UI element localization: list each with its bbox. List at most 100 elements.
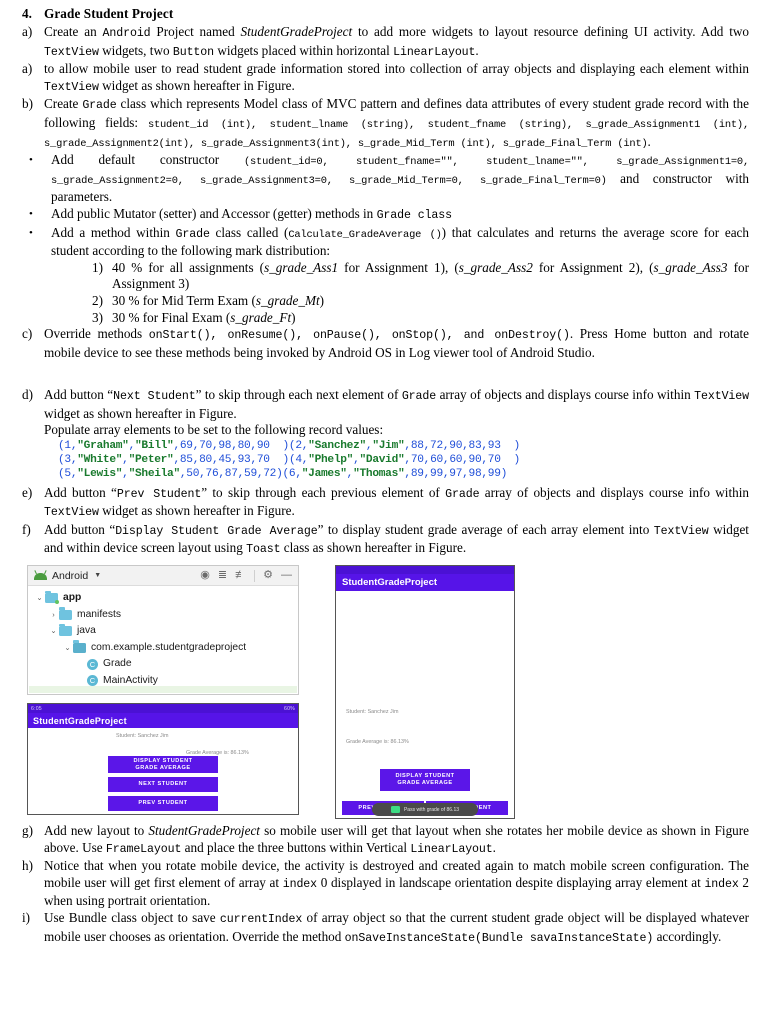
list-marker: c) bbox=[22, 326, 33, 342]
android-robot-icon bbox=[34, 570, 47, 581]
figures-area: Android ▼ ◉ ≣ ≢ ⚙ — ⌄ app › manifests ⌄ java ⌄… bbox=[22, 565, 749, 823]
text-run: 30 % for Mid Term Exam ( bbox=[112, 292, 256, 308]
text-run: student_id (int), student_lname (string)… bbox=[44, 118, 749, 150]
sub-list-item: 3) 30 % for Final Exam (s_grade_Ft) bbox=[92, 310, 749, 327]
record-token: ,70,60,60,90,70 ) bbox=[404, 454, 520, 467]
collapse-all-icon[interactable]: ≣ bbox=[218, 570, 227, 581]
record-token: (3, bbox=[58, 454, 78, 467]
record-token: "White" bbox=[77, 454, 123, 467]
list-marker: a) bbox=[22, 61, 33, 77]
app-bar-title: StudentGradeProject bbox=[33, 715, 127, 726]
list-item-text: Add public Mutator (setter) and Accessor… bbox=[51, 206, 749, 225]
tree-node-label: app bbox=[63, 592, 82, 604]
text-run: array of objects and displays course inf… bbox=[436, 387, 695, 403]
folder-icon bbox=[59, 623, 72, 637]
record-token: "Bill" bbox=[134, 440, 174, 453]
folder-icon bbox=[73, 640, 86, 653]
record-token: "Sanchez" bbox=[308, 440, 366, 453]
sub-list-marker: 3) bbox=[92, 309, 103, 325]
sub-list-item: 1) 40 % for all assignments (s_grade_Ass1… bbox=[92, 260, 749, 293]
text-run: 0 displayed in landscape orientation des… bbox=[317, 874, 705, 890]
text-run: onStart(), onResume(), onPause(), onStop… bbox=[148, 329, 570, 343]
chevron-down-icon[interactable]: ⌄ bbox=[62, 640, 73, 657]
text-run: Add new layout to bbox=[44, 823, 149, 839]
text-run: TextView bbox=[44, 506, 99, 520]
list-item-e: e) Add button “Prev Student” to skip thr… bbox=[22, 485, 749, 522]
tree-node-java[interactable]: ⌄ java bbox=[28, 623, 298, 640]
tree-node-manifests[interactable]: › manifests bbox=[28, 607, 298, 624]
android-studio-project-panel: Android ▼ ◉ ≣ ≢ ⚙ — ⌄ app › manifests ⌄ java ⌄… bbox=[27, 565, 299, 696]
text-run: Android bbox=[102, 27, 151, 40]
target-icon[interactable]: ◉ bbox=[200, 570, 210, 581]
chevron-down-icon[interactable]: ▼ bbox=[94, 572, 101, 579]
tree-node-app[interactable]: ⌄ app bbox=[28, 590, 298, 607]
java-class-icon: C bbox=[87, 675, 98, 687]
list-item: a) to allow mobile user to read student g… bbox=[22, 61, 749, 96]
text-run: ” to skip through each previous element … bbox=[201, 484, 446, 500]
list-marker: • bbox=[29, 154, 33, 167]
gear-icon[interactable]: ⚙ bbox=[263, 570, 273, 581]
record-token: ,50,76,87,59,72) bbox=[179, 468, 283, 481]
sub-list-marker: 1) bbox=[92, 259, 103, 275]
text-run: 40 % for all assignments ( bbox=[112, 259, 265, 275]
chevron-down-icon[interactable]: ⌄ bbox=[48, 623, 59, 640]
list-item-f: f) Add button “Display Student Grade Ave… bbox=[22, 522, 749, 559]
sub-list-item-text: 30 % for Final Exam (s_grade_Ft) bbox=[112, 310, 749, 327]
sub-list-item-text: 30 % for Mid Term Exam (s_grade_Mt) bbox=[112, 293, 749, 310]
list-marker: a) bbox=[22, 24, 33, 39]
title-number: 4. bbox=[22, 6, 32, 21]
text-run: s_grade_Ft bbox=[230, 309, 292, 325]
list-item-text: Add button “Next Student” to skip throug… bbox=[44, 387, 749, 422]
chevron-right-icon[interactable]: › bbox=[48, 607, 59, 624]
student-textview: Student: Sanchez Jim bbox=[116, 733, 169, 740]
tree-node-label: com.example.studentgradeproject bbox=[91, 641, 247, 653]
java-class-icon: C bbox=[87, 658, 98, 670]
tree-node-label: Grade bbox=[103, 658, 132, 670]
record-token: "Graham" bbox=[77, 440, 129, 453]
text-run: . bbox=[647, 133, 651, 149]
text-run: Button bbox=[172, 45, 215, 59]
project-view-label: Android bbox=[52, 569, 89, 582]
record-token: (5, bbox=[58, 468, 78, 481]
list-marker: • bbox=[29, 207, 33, 220]
list-item-d: d) Add button “Next Student” to skip thr… bbox=[22, 387, 749, 422]
next-student-button[interactable]: NEXT STUDENT bbox=[108, 777, 218, 793]
list-marker: h) bbox=[22, 858, 33, 874]
text-run: Create bbox=[44, 96, 83, 112]
tree-node-com-example-studentgradeproject[interactable]: ⌄ com.example.studentgradeproject bbox=[28, 640, 298, 657]
text-run: widget as shown hereafter in Figure. bbox=[98, 503, 295, 519]
record-token: "Thomas" bbox=[353, 468, 405, 481]
list-item-h: h) Notice that when you rotate mobile de… bbox=[22, 858, 749, 910]
app-bar-title: StudentGradeProject bbox=[342, 577, 438, 589]
text-run: s_grade_Ass1 bbox=[264, 259, 339, 275]
text-run: Display Student Grade Average bbox=[115, 524, 318, 538]
button-line-1: DISPLAY STUDENT bbox=[133, 757, 193, 764]
list-item-text: Add a method within Grade class called (… bbox=[51, 225, 749, 260]
text-run: ” to skip through each next element of bbox=[195, 387, 402, 403]
prev-student-button[interactable]: PREV STUDENT bbox=[108, 796, 218, 812]
minimize-icon[interactable]: — bbox=[281, 570, 292, 581]
record-token: (6, bbox=[282, 468, 303, 481]
text-run: Grade bbox=[82, 99, 117, 113]
toolbar-divider bbox=[254, 569, 256, 582]
chevron-down-icon[interactable]: ⌄ bbox=[34, 590, 45, 607]
text-run: Add default constructor bbox=[51, 152, 244, 168]
list-marker: b) bbox=[22, 96, 33, 112]
panel-footer bbox=[29, 686, 297, 694]
display-average-button[interactable]: DISPLAY STUDENT GRADE AVERAGE bbox=[108, 756, 218, 774]
student-textview: Student: Sanchez Jim bbox=[346, 709, 399, 716]
expand-all-icon[interactable]: ≢ bbox=[235, 570, 246, 581]
text-run: for Assignment 1), ( bbox=[338, 259, 459, 275]
record-token: (4, bbox=[288, 454, 309, 467]
text-run: Next Student bbox=[113, 390, 196, 404]
text-run: Grade bbox=[445, 487, 480, 501]
text-run: currentIndex bbox=[219, 913, 303, 927]
text-run: index bbox=[282, 877, 318, 891]
button-line-1: DISPLAY STUDENT bbox=[395, 773, 455, 780]
text-run: Use Bundle class object to save bbox=[44, 910, 220, 926]
text-run: ) bbox=[319, 292, 325, 308]
list-item: a) Create an Android Project named Studen… bbox=[22, 24, 749, 61]
tree-node-grade[interactable]: C Grade bbox=[28, 656, 298, 673]
list-marker: e) bbox=[22, 484, 33, 500]
display-average-button[interactable]: DISPLAY STUDENT GRADE AVERAGE bbox=[380, 769, 470, 792]
